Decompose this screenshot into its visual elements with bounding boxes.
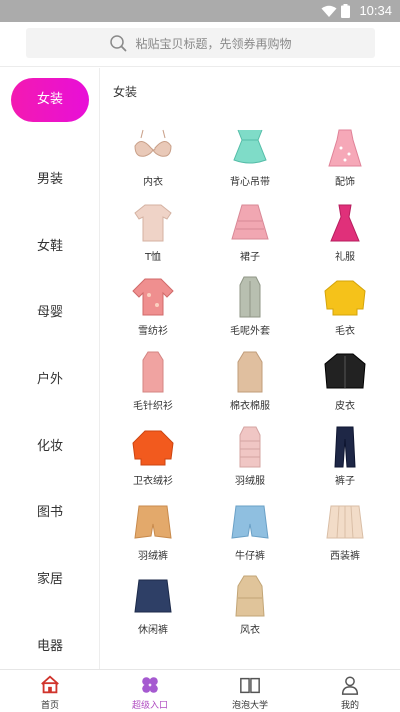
book-icon [200, 673, 300, 697]
category-item-label: 礼服 [335, 252, 355, 263]
search-header: 粘贴宝贝标题，先领券再购物 [0, 22, 400, 67]
category-item-label: 卫衣绒衫 [133, 476, 173, 487]
category-item-label: 裤子 [335, 476, 355, 487]
tab-label: 我的 [340, 701, 359, 711]
category-item-label: T恤 [144, 252, 162, 263]
category-item[interactable]: 裤子 [305, 425, 385, 487]
down-coat-icon [228, 425, 272, 469]
sidebar-item[interactable]: 化妆 [0, 435, 100, 454]
category-item[interactable]: 礼服 [305, 201, 385, 263]
category-item[interactable]: 休闲裤 [113, 574, 193, 636]
tab-label: 泡泡大学 [231, 701, 268, 711]
category-item[interactable]: 内衣 [113, 126, 193, 188]
casual-shorts-icon [131, 574, 175, 618]
category-item-label: 裙子 [240, 252, 260, 263]
category-item[interactable]: 羽绒服 [210, 425, 290, 487]
category-item-label: 毛衣 [335, 326, 355, 337]
category-item[interactable]: 裙子 [210, 201, 290, 263]
category-item[interactable]: 毛针织衫 [113, 350, 193, 412]
sweater-icon [323, 275, 367, 319]
tab-item[interactable]: 我的 [300, 670, 400, 712]
cotton-coat-icon [228, 350, 272, 394]
category-item-label: 牛仔裤 [235, 551, 265, 562]
category-item[interactable]: 背心吊带 [210, 126, 290, 188]
down-shorts-icon [131, 500, 175, 544]
denim-shorts-icon [228, 500, 272, 544]
sidebar-item[interactable]: 家居 [0, 568, 100, 587]
category-item-label: 毛呢外套 [230, 326, 270, 337]
tab-label: 首页 [40, 701, 59, 711]
search-placeholder: 粘贴宝贝标题，先领券再购物 [135, 36, 292, 51]
knit-top-icon [131, 350, 175, 394]
category-title: 女装 [113, 85, 138, 99]
status-time: 10:34 [359, 3, 392, 18]
category-item[interactable]: 羽绒裤 [113, 500, 193, 562]
dress-accessory-icon [323, 126, 367, 170]
sidebar-item[interactable]: 男装 [0, 168, 100, 187]
wifi-icon [321, 5, 337, 17]
wool-coat-icon [228, 275, 272, 319]
category-item-label: 休闲裤 [138, 625, 168, 636]
tab-item[interactable]: 泡泡大学 [200, 670, 300, 712]
category-item-label: 雪纺衫 [138, 326, 168, 337]
category-item-label: 风衣 [240, 625, 260, 636]
tab-item[interactable]: 首页 [0, 670, 100, 712]
category-item[interactable]: 卫衣绒衫 [113, 425, 193, 487]
category-sidebar: 女装男装女鞋母婴户外化妆图书家居电器 [0, 68, 100, 669]
category-item-label: 毛针织衫 [133, 401, 173, 412]
sidebar-item[interactable]: 女鞋 [0, 235, 100, 254]
category-item-label: 皮衣 [335, 401, 355, 412]
status-bar: 10:34 [0, 0, 400, 22]
category-item-label: 背心吊带 [230, 177, 270, 188]
leather-jacket-icon [323, 350, 367, 394]
category-item-label: 内衣 [143, 177, 163, 188]
battery-icon [341, 4, 350, 18]
search-input[interactable]: 粘贴宝贝标题，先领券再购物 [26, 28, 375, 58]
bottom-tabbar: 首页 超级入口 泡泡大学 我的 [0, 669, 400, 711]
gown-icon [323, 201, 367, 245]
category-item-label: 西装裤 [330, 551, 360, 562]
trench-coat-icon [228, 574, 272, 618]
tab-label: 超级入口 [131, 701, 168, 711]
sidebar-item[interactable]: 电器 [0, 635, 100, 654]
category-item[interactable]: 毛衣 [305, 275, 385, 337]
category-item[interactable]: 西装裤 [305, 500, 385, 562]
sidebar-item[interactable]: 女装 [11, 78, 89, 122]
person-icon [300, 673, 400, 697]
search-icon [110, 35, 127, 52]
status-icons [321, 4, 350, 18]
category-item[interactable]: 配饰 [305, 126, 385, 188]
category-item[interactable]: 牛仔裤 [210, 500, 290, 562]
category-item-label: 棉衣棉服 [230, 401, 270, 412]
sidebar-item[interactable]: 图书 [0, 501, 100, 520]
pants-icon [323, 425, 367, 469]
sidebar-item[interactable]: 母婴 [0, 301, 100, 320]
subcategory-panel: 女装 内衣 背心吊带 配饰 T恤 裙子 礼服雪纺衫 毛呢外套 毛衣毛针织衫 棉衣棉服 皮衣卫衣绒衫… [101, 68, 400, 669]
category-item-label: 羽绒服 [235, 476, 265, 487]
skirt-icon [228, 201, 272, 245]
category-item[interactable]: T恤 [113, 201, 193, 263]
category-item[interactable]: 毛呢外套 [210, 275, 290, 337]
tshirt-icon [131, 201, 175, 245]
clover-icon [100, 673, 200, 697]
suit-shorts-icon [323, 500, 367, 544]
chiffon-shirt-icon [131, 275, 175, 319]
category-item[interactable]: 雪纺衫 [113, 275, 193, 337]
category-item[interactable]: 棉衣棉服 [210, 350, 290, 412]
category-item[interactable]: 皮衣 [305, 350, 385, 412]
camisole-icon [228, 126, 272, 170]
category-item-label: 羽绒裤 [138, 551, 168, 562]
tab-item[interactable]: 超级入口 [100, 670, 200, 712]
category-item-label: 配饰 [335, 177, 355, 188]
bra-icon [131, 126, 175, 170]
sidebar-item[interactable]: 户外 [0, 368, 100, 387]
home-icon [0, 673, 100, 697]
hoodie-icon [131, 425, 175, 469]
category-item[interactable]: 风衣 [210, 574, 290, 636]
